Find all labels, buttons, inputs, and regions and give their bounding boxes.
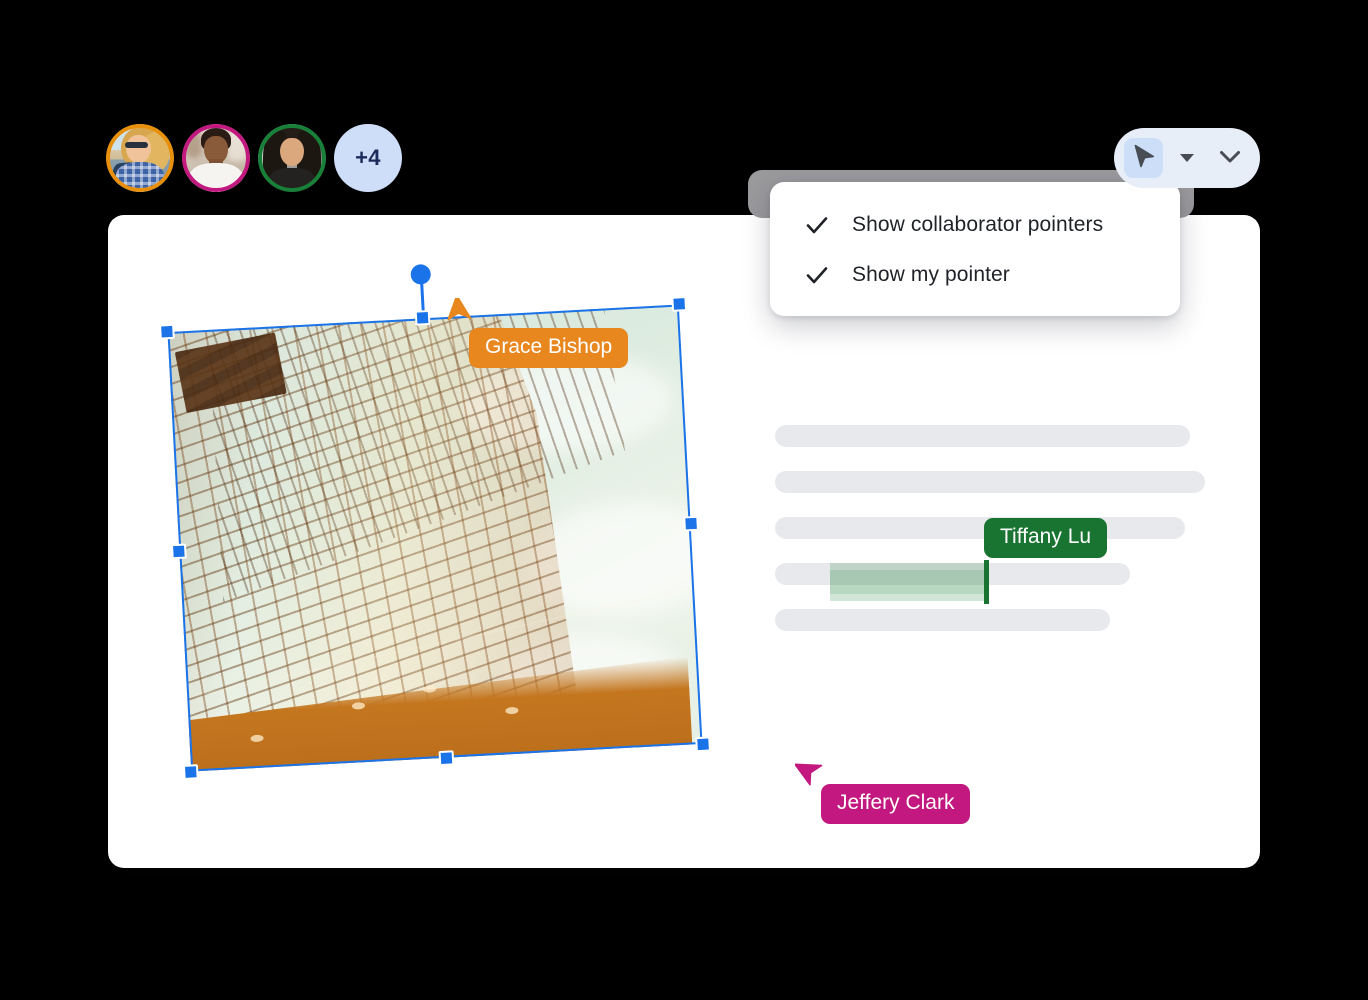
image-skyscraper[interactable] [167,304,703,772]
avatar[interactable] [182,124,250,192]
selected-image-frame[interactable] [159,263,711,780]
collaborator-text-selection [830,563,985,601]
collaborator-name-tag: Grace Bishop [469,328,629,369]
resize-handle-bottom-left[interactable] [182,764,199,780]
text-line [775,609,1110,631]
text-line [775,471,1205,493]
menu-item-show-my-pointer[interactable]: Show my pointer [770,250,1180,300]
collaborator-name-tag: Jeffery Clark [821,784,971,825]
resize-handle-middle-right[interactable] [683,515,699,532]
cursor-tool-button[interactable] [1124,138,1164,178]
cursor-icon [1132,144,1156,173]
menu-item-show-collaborator-pointers[interactable]: Show collaborator pointers [770,200,1180,250]
avatar-overflow-badge[interactable]: +4 [334,124,402,192]
check-icon [804,212,830,238]
pointer-options-menu: Show collaborator pointers Show my point… [770,182,1180,316]
app-stage: +4 Show collaborator pointers Show my po… [0,0,1368,1000]
resize-handle-bottom-center[interactable] [438,750,455,767]
text-line [775,425,1190,447]
collaborator-text-caret [984,560,989,604]
avatar[interactable] [106,124,174,192]
chevron-down-icon [1219,149,1241,168]
collaborator-avatar-row: +4 [106,124,402,192]
resize-handle-top-left[interactable] [159,323,175,340]
menu-item-label: Show my pointer [852,263,1010,286]
avatar[interactable] [258,124,326,192]
menu-item-label: Show collaborator pointers [852,213,1104,236]
resize-handle-bottom-right[interactable] [695,736,711,753]
avatar-image [182,124,250,192]
toolbar-expand-button[interactable] [1211,138,1250,178]
resize-handle-middle-left[interactable] [170,543,187,560]
text-line [775,517,1185,539]
resize-handle-top-center[interactable] [414,309,431,326]
check-icon [804,262,830,288]
resize-handle-top-right[interactable] [671,296,688,312]
caret-down-icon [1179,154,1194,162]
pointer-toolbar [1114,128,1260,188]
cursor-options-caret-button[interactable] [1167,138,1206,178]
collaborator-name-tag: Tiffany Lu [984,518,1108,559]
avatar-image [258,124,326,192]
avatar-image [106,124,174,192]
